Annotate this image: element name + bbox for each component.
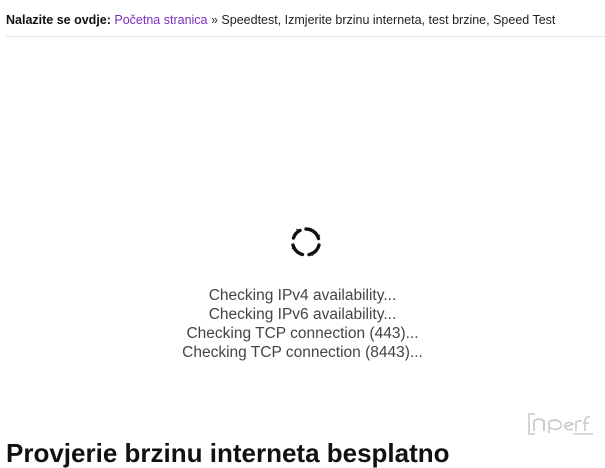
status-line: Checking TCP connection (443)... [186, 325, 419, 342]
status-line: Checking IPv4 availability... [208, 287, 397, 304]
page-headline: Provjerie brzinu interneta besplatno [6, 438, 450, 468]
breadcrumb-home-link[interactable]: Početna stranica [114, 13, 207, 27]
status-line: Checking IPv6 availability... [208, 306, 397, 323]
spinner-icon [291, 227, 321, 257]
status-line: Checking TCP connection (8443)... [182, 344, 423, 361]
breadcrumb-lead: Nalazite se ovdje: [6, 13, 111, 27]
speedtest-status: Checking IPv4 availability... Checking I… [0, 286, 605, 362]
breadcrumb: Nalazite se ovdje: Početna stranica » Sp… [6, 13, 555, 27]
breadcrumb-current: Speedtest, Izmjerite brzinu interneta, t… [221, 13, 556, 27]
breadcrumb-separator: » [210, 13, 218, 27]
nperf-logo [528, 413, 593, 435]
